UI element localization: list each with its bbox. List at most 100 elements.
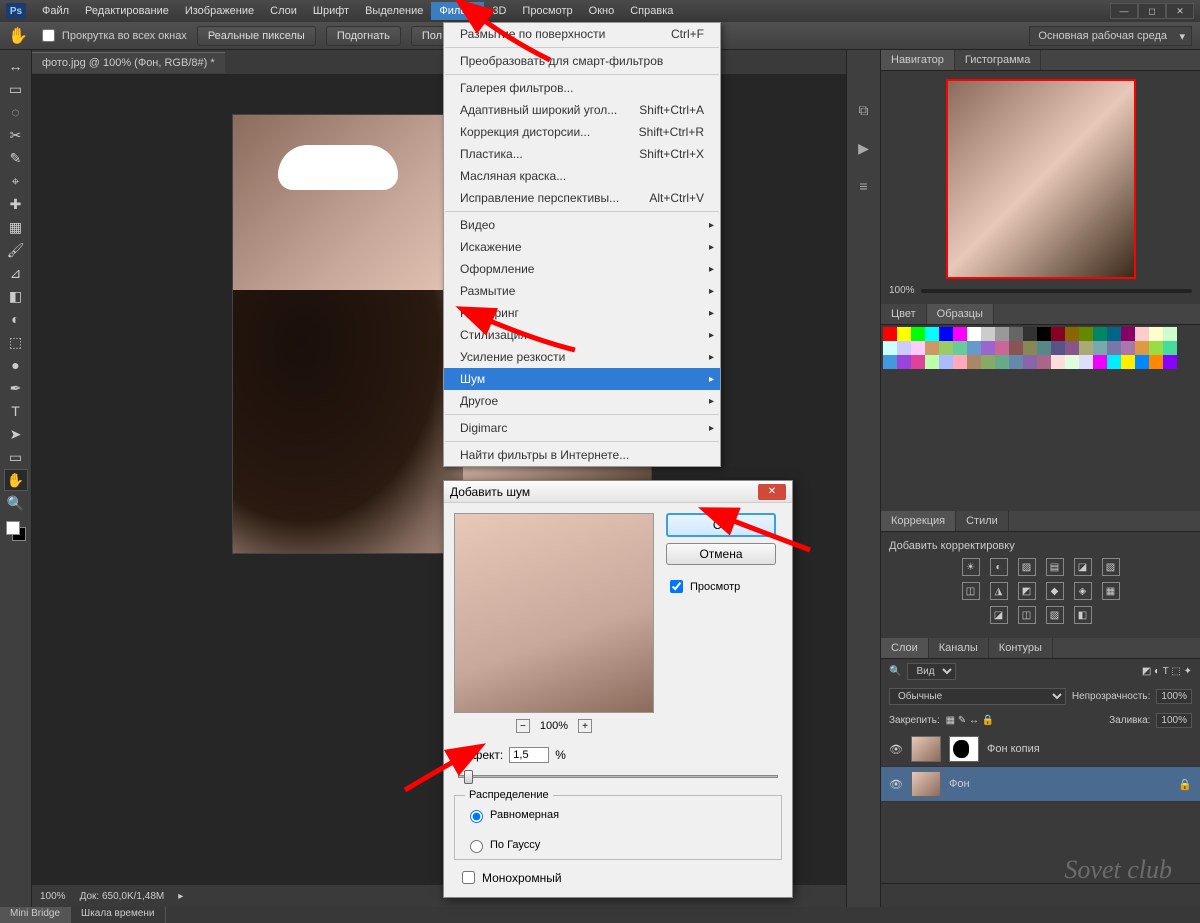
swatch[interactable]: [1121, 341, 1135, 355]
layers-tab[interactable]: Слои: [881, 638, 929, 658]
timeline-tab[interactable]: Шкала времени: [71, 907, 165, 923]
swatch[interactable]: [939, 327, 953, 341]
styles-tab[interactable]: Стили: [956, 511, 1009, 531]
swatch[interactable]: [1079, 355, 1093, 369]
swatch[interactable]: [1023, 355, 1037, 369]
swatch[interactable]: [953, 341, 967, 355]
tool-button[interactable]: ✚: [4, 193, 28, 215]
menu-item[interactable]: Оформление: [444, 258, 720, 280]
menu-item[interactable]: Размытие по поверхностиCtrl+F: [444, 23, 720, 45]
tool-button[interactable]: ⬚: [4, 331, 28, 353]
layer-row[interactable]: 👁Фон🔒: [881, 767, 1200, 802]
dialog-close-button[interactable]: ✕: [758, 484, 786, 500]
swatch[interactable]: [967, 355, 981, 369]
swatch[interactable]: [1023, 341, 1037, 355]
navigator-tab[interactable]: Навигатор: [881, 50, 955, 70]
tool-button[interactable]: ◌: [4, 101, 28, 123]
swatch[interactable]: [1051, 327, 1065, 341]
tool-button[interactable]: ◐: [4, 308, 28, 330]
swatch[interactable]: [1065, 327, 1079, 341]
swatch[interactable]: [1121, 355, 1135, 369]
menu-файл[interactable]: Файл: [34, 2, 77, 20]
swatch[interactable]: [1163, 355, 1177, 369]
swatch[interactable]: [1051, 355, 1065, 369]
swatch[interactable]: [1121, 327, 1135, 341]
preview-checkbox[interactable]: Просмотр: [666, 577, 776, 596]
fg-bg-swatch[interactable]: [6, 521, 26, 541]
swatch[interactable]: [1051, 341, 1065, 355]
swatch[interactable]: [911, 327, 925, 341]
opacity-input[interactable]: 100%: [1156, 689, 1192, 704]
menu-item[interactable]: Пластика...Shift+Ctrl+X: [444, 143, 720, 165]
gaussian-radio[interactable]: По Гауссу: [465, 837, 771, 853]
swatch[interactable]: [1163, 341, 1177, 355]
swatch[interactable]: [953, 327, 967, 341]
swatch[interactable]: [953, 355, 967, 369]
channels-tab[interactable]: Каналы: [929, 638, 989, 658]
swatch[interactable]: [1107, 355, 1121, 369]
swatch[interactable]: [1149, 355, 1163, 369]
swatch[interactable]: [1093, 355, 1107, 369]
menu-item[interactable]: Галерея фильтров...: [444, 77, 720, 99]
tool-button[interactable]: ⌖: [4, 170, 28, 192]
workspace-dropdown[interactable]: Основная рабочая среда: [1029, 26, 1192, 46]
swatch[interactable]: [897, 327, 911, 341]
menu-окно[interactable]: Окно: [581, 2, 623, 20]
swatch[interactable]: [939, 341, 953, 355]
swatch[interactable]: [883, 355, 897, 369]
tool-button[interactable]: ✎: [4, 147, 28, 169]
swatch[interactable]: [1079, 327, 1093, 341]
menu-слои[interactable]: Слои: [262, 2, 305, 20]
swatch[interactable]: [883, 341, 897, 355]
real-pixels-button[interactable]: Реальные пикселы: [197, 26, 316, 46]
menu-item[interactable]: Адаптивный широкий угол...Shift+Ctrl+A: [444, 99, 720, 121]
color-tab[interactable]: Цвет: [881, 304, 927, 324]
mini-bridge-tab[interactable]: Mini Bridge: [0, 907, 71, 923]
swatch[interactable]: [925, 355, 939, 369]
swatch[interactable]: [995, 341, 1009, 355]
swatch[interactable]: [1023, 327, 1037, 341]
swatch[interactable]: [883, 327, 897, 341]
actions-icon[interactable]: ▶: [854, 138, 874, 158]
layer-row[interactable]: 👁Фон копия: [881, 732, 1200, 767]
zoom-out-button[interactable]: −: [516, 719, 530, 733]
menu-изображение[interactable]: Изображение: [177, 2, 262, 20]
close-button[interactable]: ✕: [1166, 3, 1194, 19]
swatch[interactable]: [1135, 327, 1149, 341]
swatch[interactable]: [1037, 355, 1051, 369]
menu-item[interactable]: Видео: [444, 214, 720, 236]
tool-button[interactable]: ◧: [4, 285, 28, 307]
swatch[interactable]: [1149, 341, 1163, 355]
swatch[interactable]: [967, 341, 981, 355]
histogram-tab[interactable]: Гистограмма: [955, 50, 1042, 70]
swatch[interactable]: [1107, 341, 1121, 355]
visibility-icon[interactable]: 👁: [889, 778, 903, 791]
swatch[interactable]: [925, 341, 939, 355]
menu-item[interactable]: Размытие: [444, 280, 720, 302]
ok-button[interactable]: ОК: [666, 513, 776, 537]
tool-button[interactable]: ✂: [4, 124, 28, 146]
menu-item[interactable]: Рендеринг: [444, 302, 720, 324]
swatch[interactable]: [1107, 327, 1121, 341]
swatch[interactable]: [981, 327, 995, 341]
swatches-tab[interactable]: Образцы: [927, 304, 994, 324]
tool-button[interactable]: ▦: [4, 216, 28, 238]
visibility-icon[interactable]: 👁: [889, 743, 903, 756]
swatch[interactable]: [1037, 341, 1051, 355]
menu-фильтр[interactable]: Фильтр: [431, 2, 484, 20]
swatch[interactable]: [1037, 327, 1051, 341]
menu-шрифт[interactable]: Шрифт: [305, 2, 357, 20]
swatch[interactable]: [911, 355, 925, 369]
swatch[interactable]: [1135, 341, 1149, 355]
swatch[interactable]: [1093, 327, 1107, 341]
cancel-button[interactable]: Отмена: [666, 543, 776, 565]
blend-mode-dropdown[interactable]: Обычные: [889, 688, 1066, 705]
swatch[interactable]: [1065, 341, 1079, 355]
menu-item[interactable]: Найти фильтры в Интернете...: [444, 444, 720, 466]
swatch[interactable]: [1079, 341, 1093, 355]
uniform-radio[interactable]: Равномерная: [465, 807, 771, 823]
effect-slider[interactable]: [458, 769, 778, 783]
dialog-titlebar[interactable]: Добавить шум ✕: [444, 481, 792, 503]
fit-button[interactable]: Подогнать: [326, 26, 401, 46]
tool-button[interactable]: 🖌: [4, 239, 28, 261]
